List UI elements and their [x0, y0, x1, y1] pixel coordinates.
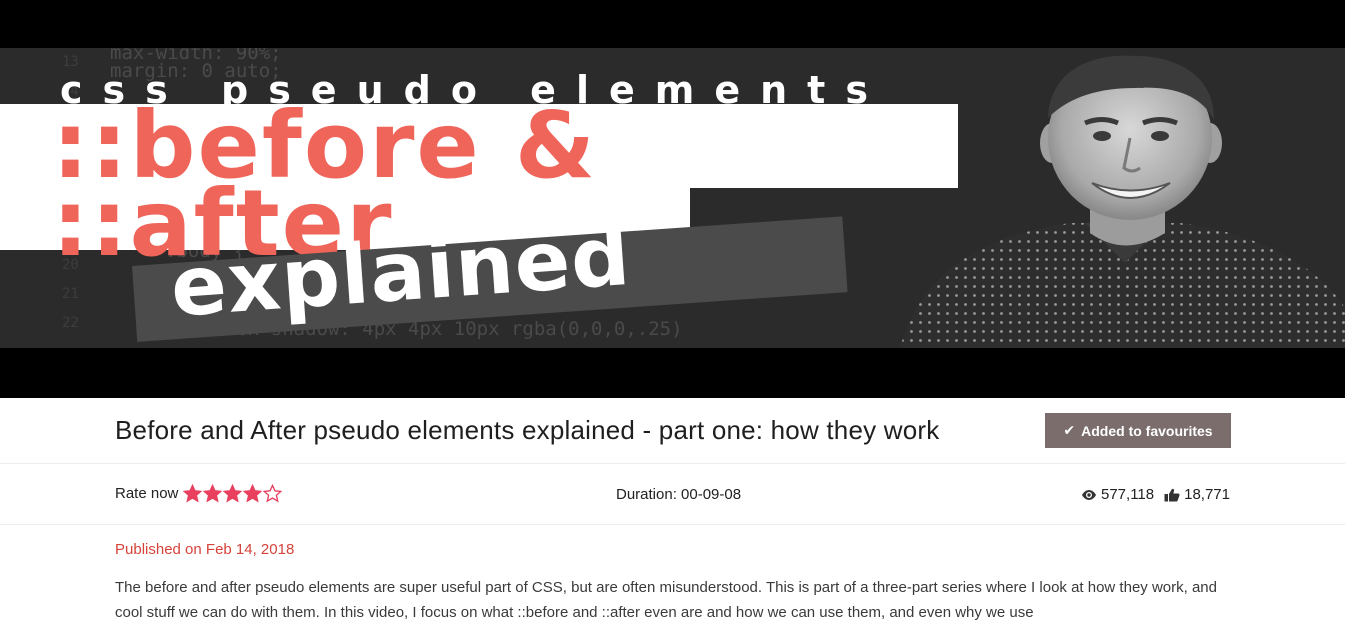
star-empty-icon[interactable] — [263, 484, 283, 503]
published-date: Published on Feb 14, 2018 — [115, 541, 295, 558]
added-to-favourites-button[interactable]: ✔ Added to favourites — [1045, 413, 1231, 448]
video-title-bar: Before and After pseudo elements explain… — [0, 398, 1345, 464]
video-player[interactable]: 13141516171819202122 max-width: 90%; mar… — [0, 0, 1345, 398]
presenter-photo — [900, 55, 1345, 348]
rating-widget: Rate now — [115, 484, 283, 503]
star-filled-icon[interactable] — [203, 484, 223, 503]
video-meta-bar: Rate now Duration: 00-09-08 577,118 18,7… — [0, 464, 1345, 525]
thumbs-up-icon — [1164, 488, 1180, 501]
video-duration: Duration: 00-09-08 — [616, 486, 742, 503]
eye-icon — [1082, 489, 1096, 500]
star-filled-icon[interactable] — [183, 484, 203, 503]
likes-count: 18,771 — [1184, 486, 1230, 503]
video-stats: 577,118 18,771 — [1081, 486, 1230, 503]
video-title: Before and After pseudo elements explain… — [115, 415, 940, 445]
rate-now-label: Rate now — [115, 485, 179, 502]
check-icon: ✔ — [1063, 422, 1076, 438]
video-thumbnail[interactable]: 13141516171819202122 max-width: 90%; mar… — [0, 48, 1345, 348]
video-description: The before and after pseudo elements are… — [115, 579, 1217, 621]
likes-stat[interactable]: 18,771 — [1164, 486, 1230, 503]
star-filled-icon[interactable] — [243, 484, 263, 503]
favourite-button-label: Added to favourites — [1081, 422, 1213, 439]
star-rating[interactable] — [183, 484, 283, 503]
views-count: 577,118 — [1101, 486, 1155, 503]
views-stat: 577,118 — [1081, 486, 1154, 503]
star-filled-icon[interactable] — [223, 484, 243, 503]
